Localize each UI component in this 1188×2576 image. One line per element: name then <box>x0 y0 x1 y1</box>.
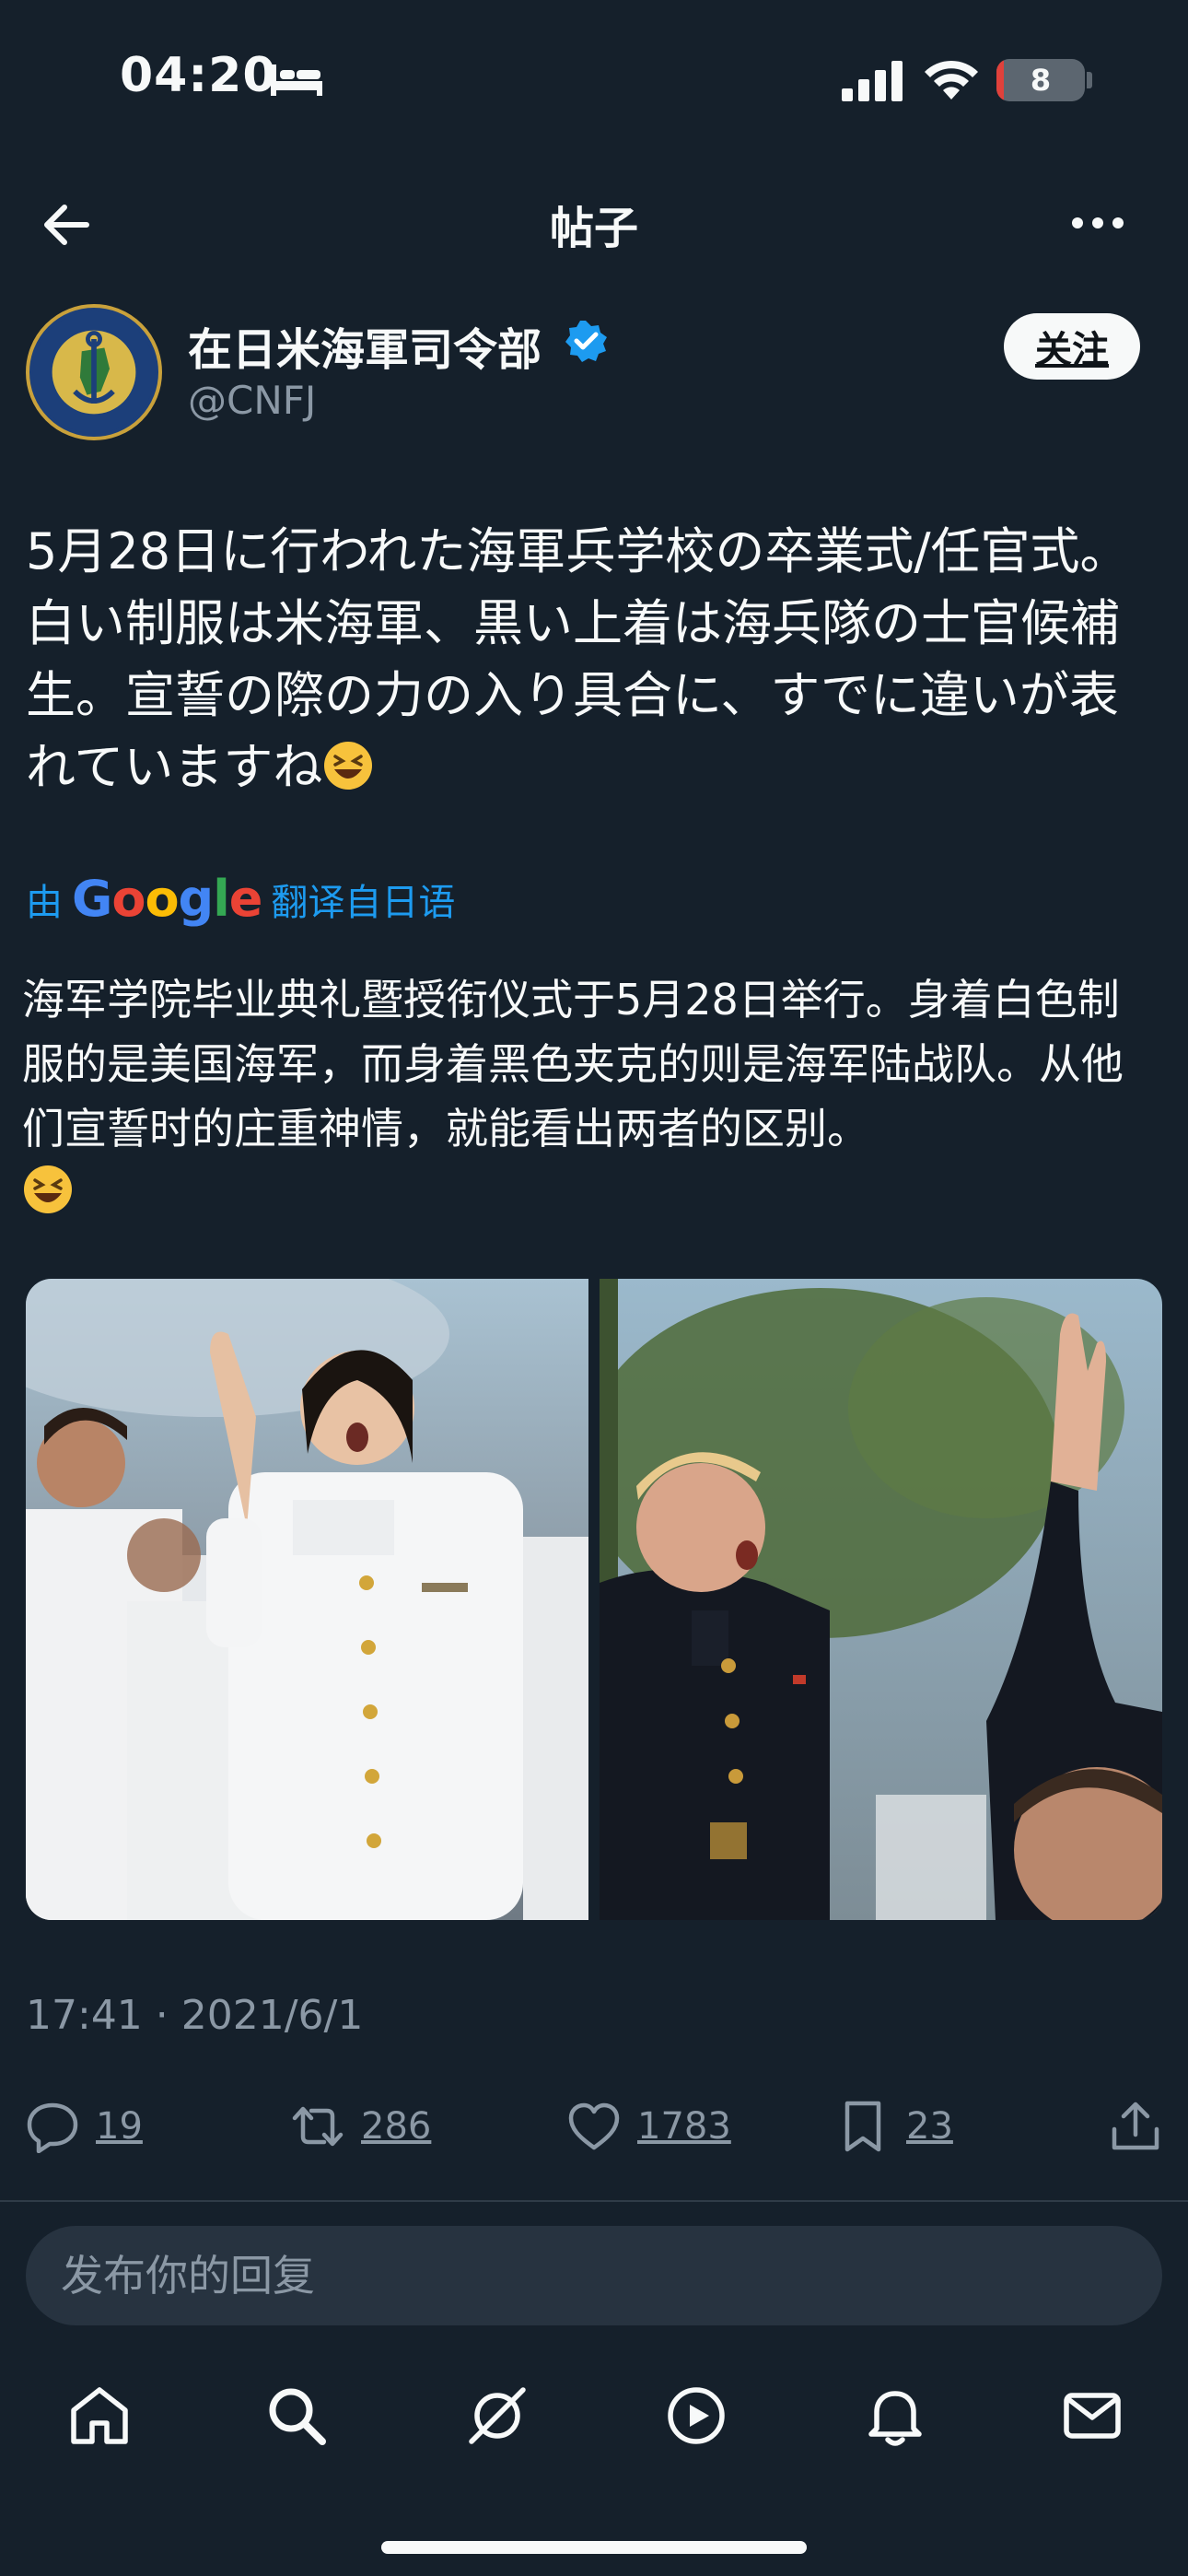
translated-text-body: 海军学院毕业典礼暨授衔仪式于5月28日举行。身着白色制服的是美国海军，而身着黑色… <box>22 975 1124 1153</box>
translate-suffix: 翻译自日语 <box>271 881 456 924</box>
like-action[interactable]: 1783 <box>567 2099 731 2154</box>
bookmark-icon <box>844 2101 881 2152</box>
notifications-bell-icon[interactable] <box>862 2383 928 2449</box>
home-indicator <box>381 2541 807 2554</box>
follow-button[interactable]: 关注 <box>1004 313 1140 380</box>
grinning-squinting-emoji-icon <box>24 1165 72 1213</box>
google-logo: Google <box>72 870 262 928</box>
photo-navy-graduates[interactable] <box>26 1279 588 1920</box>
grinning-squinting-emoji-icon <box>324 742 373 790</box>
video-play-icon[interactable] <box>663 2383 729 2449</box>
translation-attribution[interactable]: 由 Google 翻译自日语 <box>26 870 455 928</box>
verified-badge-icon <box>565 321 607 362</box>
retweet-action[interactable]: 286 <box>291 2099 431 2154</box>
battery-indicator: 8 <box>996 59 1085 101</box>
wifi-icon <box>925 60 978 100</box>
messages-envelope-icon[interactable] <box>1059 2383 1125 2449</box>
reply-action[interactable]: 19 <box>26 2099 143 2154</box>
battery-percent: 8 <box>1030 63 1052 98</box>
post-timestamp: 17:41 · 2021/6/1 <box>26 1992 364 2039</box>
retweet-count: 286 <box>361 2105 432 2148</box>
avatar[interactable] <box>26 304 162 440</box>
post-text-body: 5月28日に行われた海軍兵学校の卒業式/任官式。白い制服は米海軍、黒い上着は海兵… <box>26 522 1130 796</box>
translated-text: 海军学院毕业典礼暨授衔仪式于5月28日举行。身着白色制服的是美国海军，而身着黑色… <box>22 967 1160 1225</box>
reply-input[interactable]: 发布你的回复 <box>26 2226 1162 2325</box>
divider <box>0 2200 1188 2202</box>
author-name[interactable]: 在日米海軍司令部 <box>188 313 542 378</box>
battery-cap <box>1087 72 1092 88</box>
search-icon[interactable] <box>263 2383 330 2449</box>
retweet-icon <box>292 2106 344 2147</box>
post-text: 5月28日に行われた海軍兵学校の卒業式/任官式。白い制服は米海軍、黒い上着は海兵… <box>26 516 1159 803</box>
more-options-icon[interactable] <box>1068 203 1127 243</box>
post-media[interactable] <box>26 1279 1162 1920</box>
page-title: 帖子 <box>549 203 638 254</box>
share-action[interactable] <box>1109 2099 1162 2154</box>
heart-icon <box>568 2102 620 2150</box>
grok-icon[interactable] <box>464 2383 530 2449</box>
home-icon[interactable] <box>66 2383 133 2449</box>
bookmark-action[interactable]: 23 <box>836 2099 953 2154</box>
status-time: 04:20 <box>120 48 277 103</box>
share-icon <box>1112 2102 1159 2150</box>
like-count: 1783 <box>637 2105 731 2148</box>
reply-icon <box>27 2102 78 2153</box>
bookmark-count: 23 <box>906 2105 953 2148</box>
sleep-focus-icon <box>271 64 322 96</box>
translate-prefix: 由 <box>26 881 63 924</box>
author-handle[interactable]: @CNFJ <box>188 378 316 423</box>
reply-count: 19 <box>96 2105 143 2148</box>
photo-marine-candidates[interactable] <box>600 1279 1162 1920</box>
cellular-signal-icon <box>842 61 903 101</box>
naval-forces-seal <box>32 310 156 434</box>
